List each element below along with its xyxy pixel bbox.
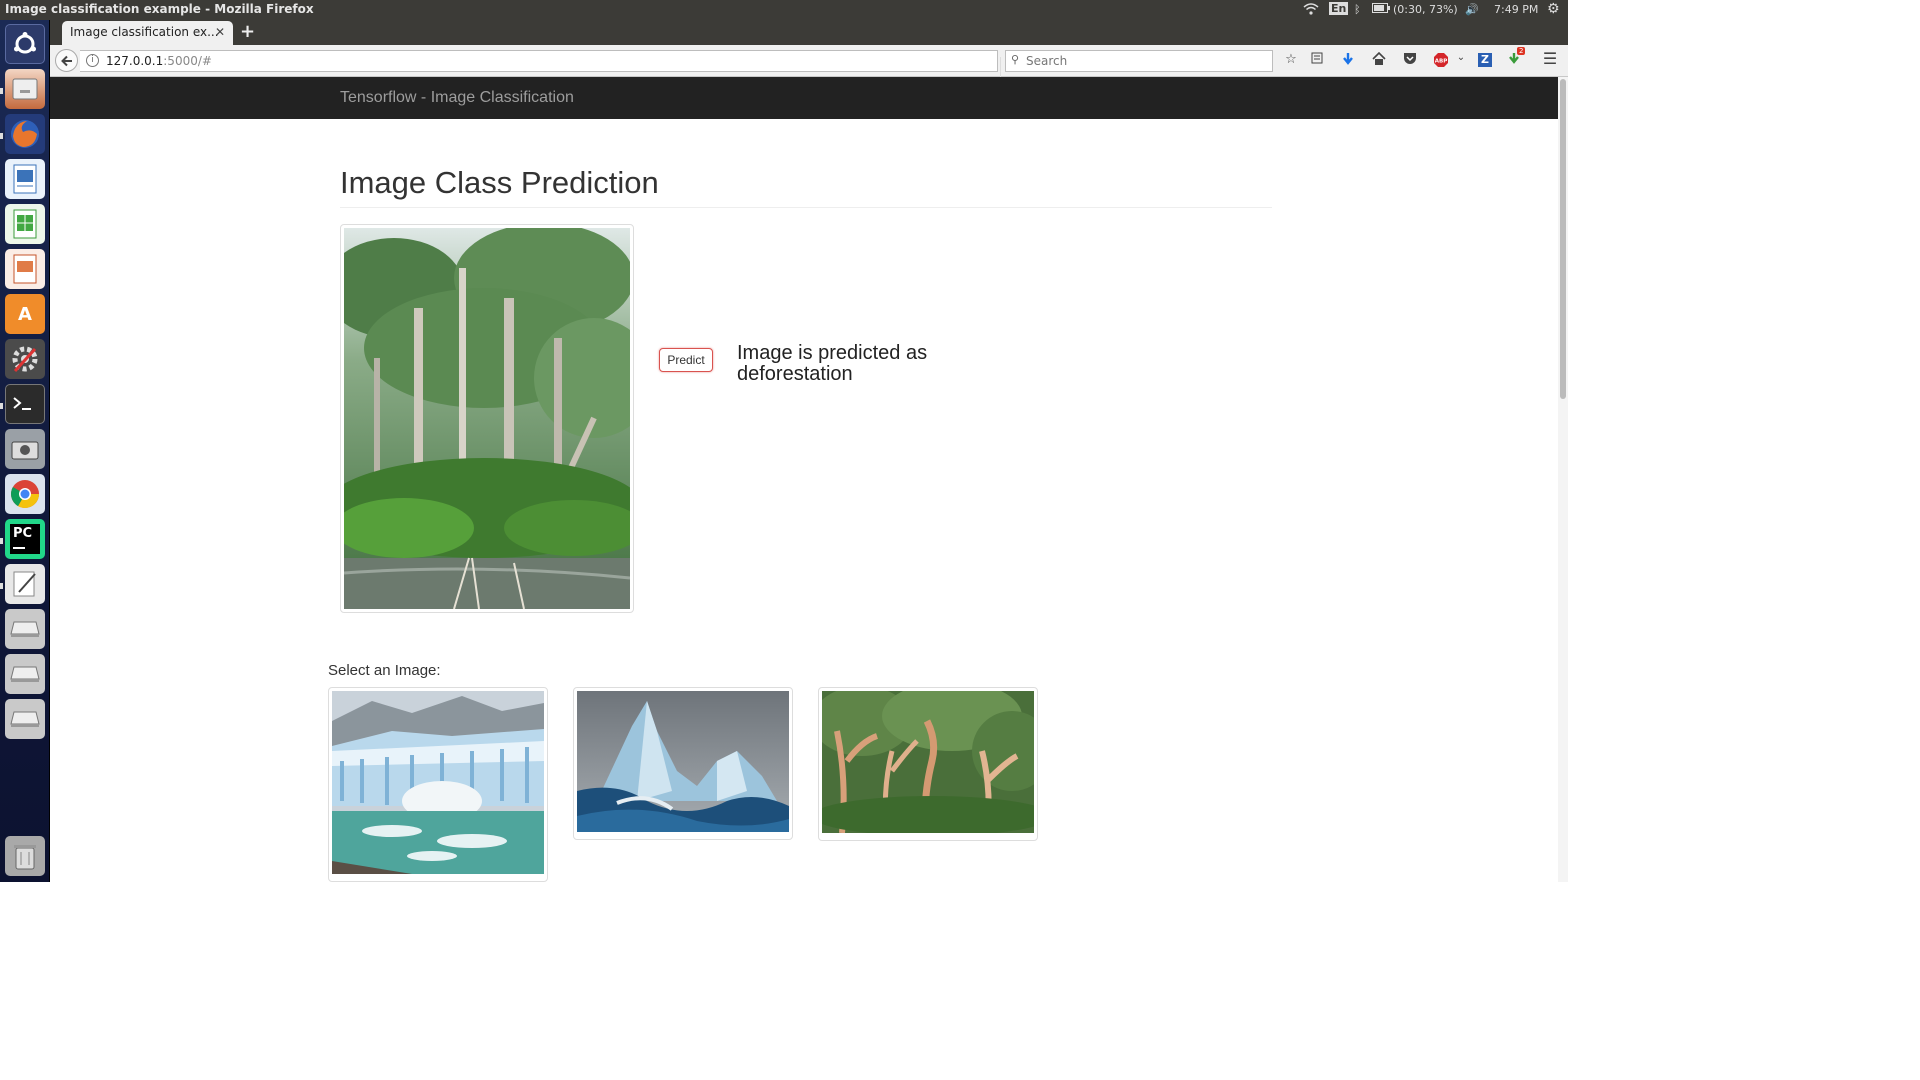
navbar-brand[interactable]: Tensorflow - Image Classification (340, 89, 574, 107)
settings-gear-icon[interactable]: ⚙ (1547, 1, 1560, 17)
search-placeholder: Search (1026, 54, 1068, 68)
unity-launcher: A PC (0, 20, 50, 882)
navigation-toolbar: i 127.0.0.1:5000/# ↻ ⚲ Search ☆ ABP ⌄ Z … (50, 45, 1568, 77)
url-path: :5000/# (163, 54, 212, 68)
web-page: Tensorflow - Image Classification Image … (50, 77, 1558, 882)
eucalyptus-forest-image (812, 681, 1052, 836)
url-host: 127.0.0.1 (106, 54, 164, 68)
running-indicator (0, 538, 3, 544)
system-settings-icon[interactable] (5, 339, 45, 379)
svg-text:ABP: ABP (1435, 59, 1447, 65)
adblock-plus-icon[interactable]: ABP (1431, 52, 1451, 72)
home-icon[interactable] (1369, 51, 1389, 69)
pocket-icon[interactable] (1400, 52, 1420, 69)
wifi-icon[interactable] (1303, 3, 1319, 18)
chrome-icon[interactable] (5, 474, 45, 514)
drive-icon[interactable] (5, 654, 45, 694)
chevron-down-icon[interactable]: ⌄ (1451, 52, 1471, 63)
keyboard-layout-indicator[interactable]: En (1329, 2, 1349, 15)
search-input[interactable]: ⚲ Search (1005, 50, 1273, 72)
battery-icon[interactable] (1372, 3, 1390, 16)
page-title: Image Class Prediction (340, 165, 659, 200)
url-bar[interactable]: i 127.0.0.1:5000/# ↻ (80, 50, 1020, 77)
site-info-icon[interactable]: i (86, 54, 99, 67)
download-addon-icon[interactable]: 2 (1506, 47, 1526, 70)
predict-button[interactable]: Predict (659, 348, 713, 372)
running-indicator (0, 403, 3, 409)
hamburger-menu-icon[interactable]: ☰ (1540, 49, 1560, 68)
image-option-iceberg[interactable] (573, 687, 793, 840)
calc-icon[interactable] (5, 204, 45, 244)
scrollbar-thumb[interactable] (1560, 79, 1566, 399)
iceberg-image (577, 691, 789, 832)
downloads-icon[interactable] (1338, 52, 1358, 70)
writer-icon[interactable] (5, 159, 45, 199)
divider (340, 207, 1272, 208)
forest-image (324, 223, 654, 610)
window-title: Image classification example - Mozilla F… (5, 2, 314, 16)
files-icon[interactable] (5, 69, 45, 109)
image-option-glacier[interactable] (328, 687, 548, 882)
software-center-icon[interactable]: A (5, 294, 45, 334)
trash-icon[interactable] (5, 836, 45, 876)
system-top-bar: Image classification example - Mozilla F… (0, 0, 1568, 20)
close-tab-icon[interactable]: ✕ (215, 25, 225, 39)
pycharm-icon[interactable]: PC (5, 519, 45, 559)
running-indicator (0, 133, 3, 139)
select-image-label: Select an Image: (328, 662, 441, 679)
tab-image-classification[interactable]: Image classification ex... ✕ (62, 21, 233, 45)
ubuntu-dash-icon[interactable] (5, 24, 45, 64)
tab-title: Image classification ex... (70, 25, 219, 39)
screenshot-icon[interactable] (5, 429, 45, 469)
battery-status: (0:30, 73%) (1393, 3, 1458, 16)
drive-icon[interactable] (5, 699, 45, 739)
search-icon: ⚲ (1011, 53, 1020, 66)
volume-icon[interactable]: 🔊 (1465, 3, 1479, 16)
bookmarks-menu-icon[interactable] (1307, 52, 1327, 68)
selected-image-thumbnail (324, 223, 654, 613)
glacier-image (332, 691, 544, 874)
firefox-icon[interactable] (5, 114, 45, 154)
running-indicator (0, 583, 3, 589)
bluetooth-icon[interactable]: ᛒ (1354, 3, 1361, 16)
tab-bar: Image classification ex... ✕ + (50, 20, 1568, 45)
back-arrow-icon (60, 55, 72, 66)
image-option-eucalyptus-forest[interactable] (812, 681, 1052, 841)
addon-badge: 2 (1517, 47, 1526, 55)
zotero-icon[interactable]: Z (1475, 52, 1495, 67)
bookmark-star-icon[interactable]: ☆ (1281, 52, 1301, 67)
back-button[interactable] (55, 49, 78, 72)
clock[interactable]: 7:49 PM (1494, 3, 1538, 16)
impress-icon[interactable] (5, 249, 45, 289)
running-indicator (0, 88, 3, 94)
new-tab-button[interactable]: + (240, 21, 255, 42)
terminal-icon[interactable] (5, 384, 45, 424)
drive-icon[interactable] (5, 609, 45, 649)
page-scrollbar[interactable] (1558, 77, 1568, 882)
text-editor-icon[interactable] (5, 564, 45, 604)
prediction-result: Image is predicted as deforestation (737, 342, 928, 385)
app-navbar: Tensorflow - Image Classification (50, 77, 1558, 119)
